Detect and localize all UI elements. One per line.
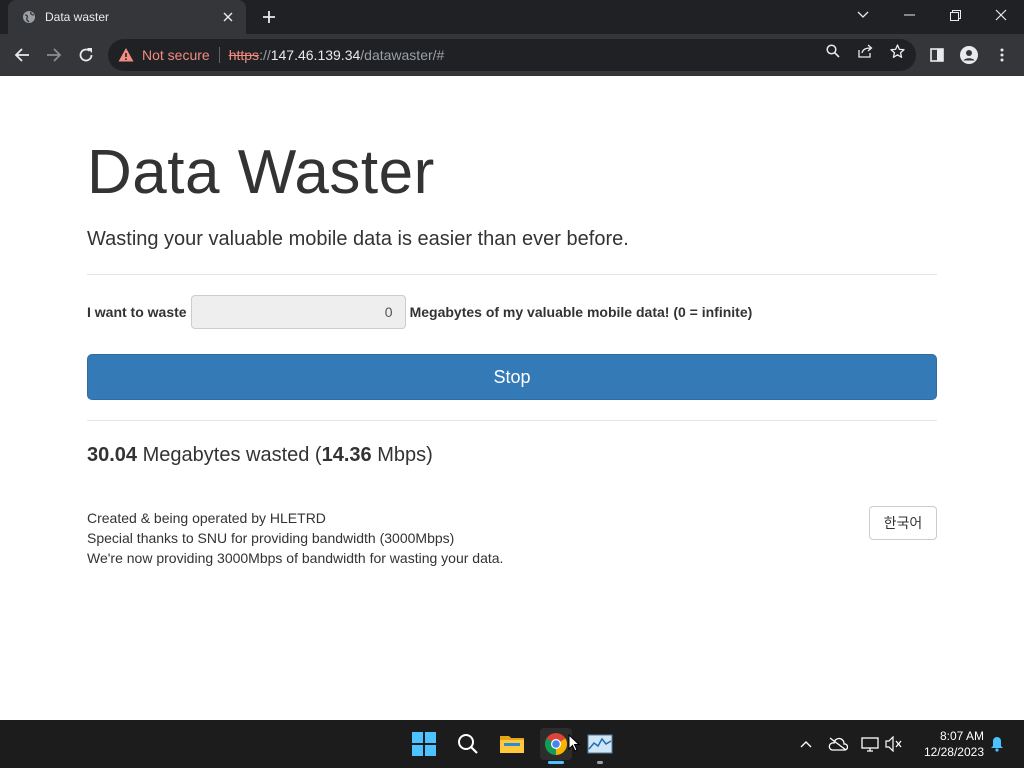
divider-top [87,274,937,275]
tab-search-icon[interactable] [840,0,886,30]
megabytes-input[interactable] [190,295,406,329]
taskbar: 8:07 AM 12/28/2023 [0,720,1024,768]
file-explorer-icon[interactable] [496,728,528,760]
menu-dots-icon[interactable] [992,45,1012,65]
page-title: Data Waster [87,138,435,207]
clock-date: 12/28/2023 [923,745,984,759]
mouse-cursor-icon [568,734,580,752]
reload-icon[interactable] [73,42,99,68]
onedrive-icon[interactable] [828,734,848,754]
notification-bell-icon[interactable] [987,734,1007,754]
globe-icon [22,10,36,24]
tab-title: Data waster [45,10,110,24]
credit-line: Special thanks to SNU for providing band… [87,530,455,546]
form-suffix-label: Megabytes of my valuable mobile data! (0… [409,304,753,320]
share-icon[interactable] [856,42,874,60]
wasted-label: Megabytes wasted ( [137,444,322,466]
language-button[interactable]: 한국어 [869,506,937,540]
url-host: 147.46.139.34 [270,47,361,63]
url-path: /datawaster/# [360,47,445,63]
speed-value: 14.36 [321,444,372,466]
form-prefix-label: I want to waste [87,304,187,320]
warning-icon[interactable] [118,47,134,63]
credits: Created & being operated by HLETRD Speci… [87,508,503,568]
network-icon[interactable] [860,734,880,754]
waste-amount-form: I want to waste Megabytes of my valuable… [87,295,752,329]
tab-strip: Data waster [0,0,1024,34]
bookmark-star-icon[interactable] [888,42,906,60]
windows-start-icon[interactable] [408,728,440,760]
speed-unit-label: Mbps) [371,444,433,466]
clock-time: 8:07 AM [939,729,984,743]
system-clock[interactable]: 8:07 AM 12/28/2023 [914,728,984,760]
divider-bottom [87,420,937,421]
close-window-icon[interactable] [978,0,1024,30]
search-icon[interactable] [452,728,484,760]
close-tab-icon[interactable] [220,9,236,25]
omnibox-divider [218,47,220,63]
active-app-indicator [548,761,564,764]
search-icon[interactable] [824,42,842,60]
credit-line: Created & being operated by HLETRD [87,510,326,526]
restore-icon[interactable] [932,0,978,30]
new-tab-button[interactable] [258,6,280,28]
wasted-megabytes-value: 30.04 [87,444,138,466]
url-text[interactable]: https://147.46.139.34/datawaster/# [229,47,445,63]
page-subtitle: Wasting your valuable mobile data is eas… [87,228,629,250]
profile-icon[interactable] [959,45,979,65]
browser-toolbar: Not secure https://147.46.139.34/datawas… [0,34,1024,76]
forward-arrow-icon[interactable] [41,42,67,68]
side-panel-icon[interactable] [927,45,947,65]
url-separator: :// [259,47,271,63]
waste-stats: 30.04 Megabytes wasted (14.36 Mbps) [87,444,433,467]
address-bar[interactable]: Not secure https://147.46.139.34/datawas… [108,39,916,71]
resource-monitor-icon[interactable] [584,728,616,764]
stop-button[interactable]: Stop [87,354,937,400]
minimize-icon[interactable] [886,0,932,30]
back-arrow-icon[interactable] [9,42,35,68]
chevron-up-icon[interactable] [796,734,816,754]
credit-line: We're now providing 3000Mbps of bandwidt… [87,550,504,566]
volume-muted-icon[interactable] [884,734,904,754]
security-status[interactable]: Not secure [142,47,210,63]
page-content: Data Waster Wasting your valuable mobile… [0,76,1024,720]
browser-tab[interactable]: Data waster [8,0,246,34]
running-app-indicator [597,761,603,764]
url-scheme: https [228,47,260,63]
